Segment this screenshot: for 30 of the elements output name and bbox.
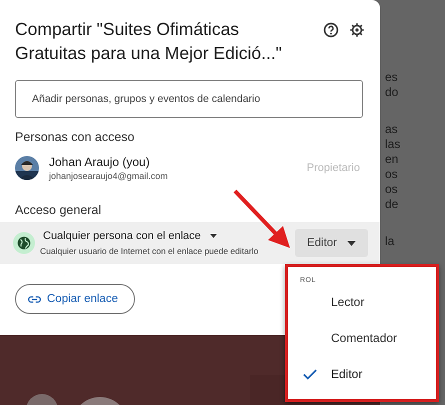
person-name: Johan Araujo (you) bbox=[49, 155, 151, 169]
dialog-title: Compartir "Suites Ofimáticas Gratuitas para una Mejor Edició..." bbox=[15, 18, 283, 65]
access-description: Cualquier usuario de Internet con el enlace puede editarlo bbox=[40, 246, 260, 256]
menu-item[interactable]: Lector bbox=[288, 284, 436, 320]
menu-item[interactable]: Editor bbox=[288, 356, 436, 392]
check-icon bbox=[302, 368, 316, 380]
copy-link-button[interactable]: Copiar enlace bbox=[15, 284, 135, 314]
person-email: johanjosearaujo4@gmail.com bbox=[49, 171, 169, 181]
document-text: do bbox=[385, 85, 400, 100]
section-heading: Acceso general bbox=[15, 203, 102, 217]
caret-icon bbox=[347, 240, 356, 246]
owner-role: Propietario bbox=[306, 162, 360, 174]
document-text: las bbox=[385, 137, 402, 152]
document-text: os bbox=[385, 182, 399, 197]
add-people-field[interactable]: Añadir personas, grupos y eventos de calendario bbox=[15, 80, 363, 118]
document-text: as bbox=[385, 122, 399, 137]
menu-item[interactable]: Comentador bbox=[288, 320, 436, 356]
section-heading: Personas con acceso bbox=[15, 130, 135, 144]
globe-icon bbox=[17, 236, 31, 250]
access-dropdown[interactable]: Cualquier persona con el enlace bbox=[43, 230, 217, 242]
document-text: os bbox=[385, 167, 399, 182]
document-text: la bbox=[385, 234, 396, 249]
document-text: en bbox=[385, 152, 400, 167]
caret-icon bbox=[210, 234, 217, 238]
help-icon[interactable] bbox=[323, 22, 339, 38]
role-dropdown[interactable]: Editor bbox=[294, 229, 368, 257]
document-text: de bbox=[385, 197, 400, 212]
settings-icon[interactable] bbox=[349, 22, 365, 38]
link-icon bbox=[28, 296, 41, 302]
document-text: es bbox=[385, 70, 399, 85]
